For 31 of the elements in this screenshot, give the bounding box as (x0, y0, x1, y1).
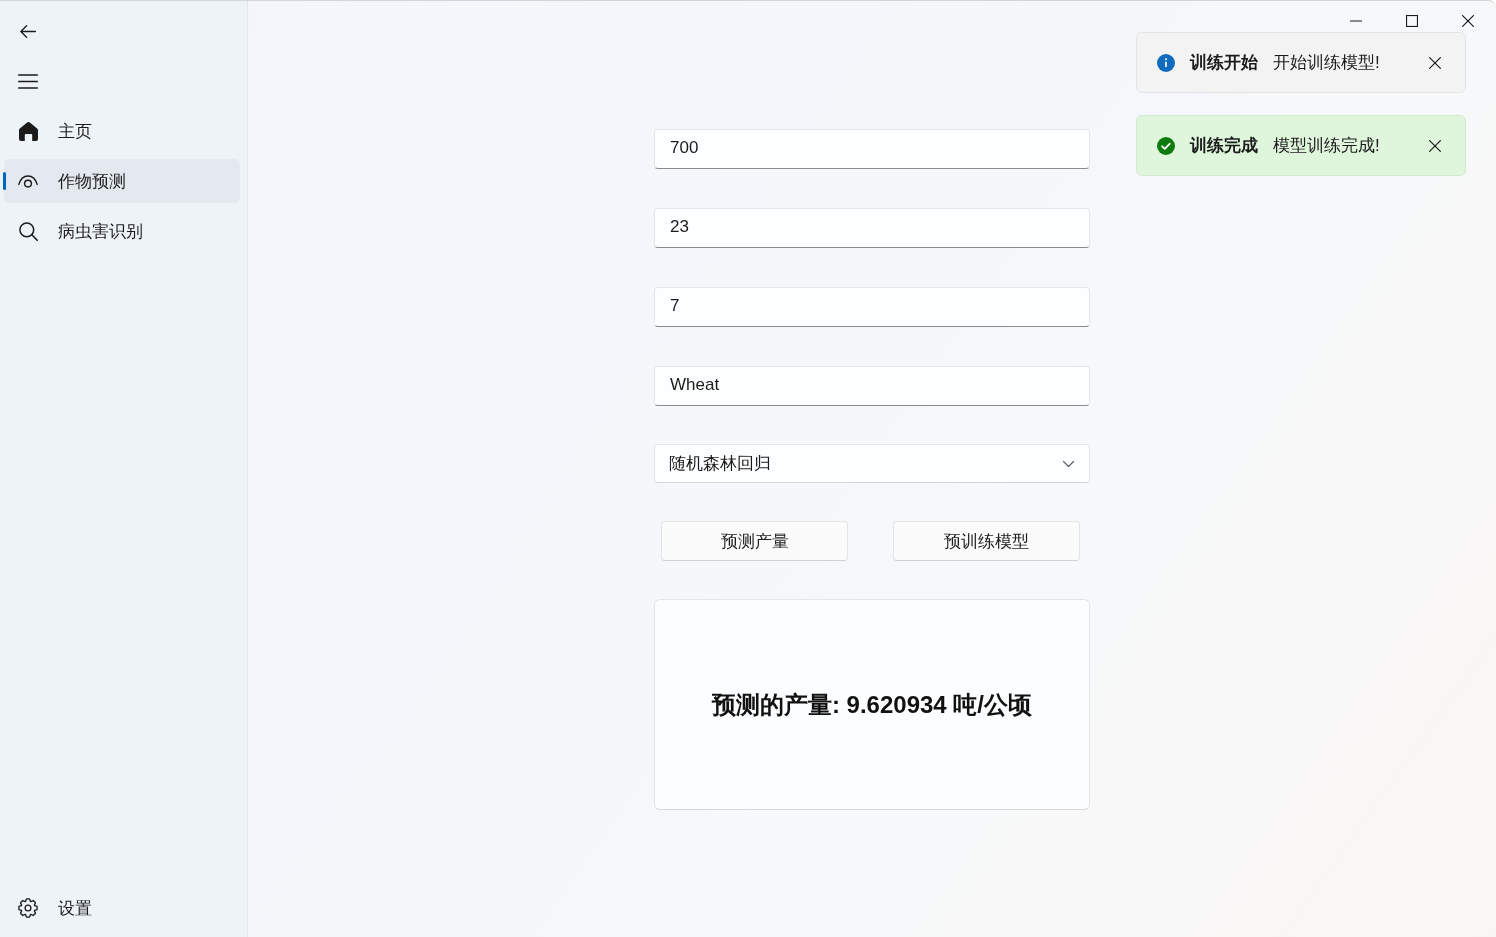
check-circle-icon (1157, 136, 1175, 155)
eye-icon (18, 174, 38, 188)
selection-indicator (3, 172, 6, 190)
pretrain-model-button[interactable]: 预训练模型 (893, 521, 1080, 561)
input-field[interactable]: Wheat (654, 366, 1090, 406)
model-dropdown[interactable]: 随机森林回归 (654, 444, 1090, 483)
maximize-icon (1406, 15, 1418, 27)
menu-icon (18, 73, 38, 89)
predict-yield-button[interactable]: 预测产量 (661, 521, 848, 561)
notification-title: 训练完成 (1190, 135, 1258, 157)
nav-item[interactable]: 主页 (4, 109, 240, 153)
info-icon (1157, 53, 1175, 72)
chevron-down-icon (1063, 460, 1074, 467)
nav-item[interactable]: 病虫害识别 (4, 209, 240, 253)
back-arrow-icon (20, 24, 36, 38)
notification-title: 训练开始 (1190, 52, 1258, 74)
search-icon (18, 221, 38, 241)
input-field[interactable]: 7 (654, 287, 1090, 327)
notification-message: 开始训练模型! (1273, 52, 1380, 74)
settings-icon (18, 898, 38, 918)
input-field[interactable]: 23 (654, 208, 1090, 248)
close-icon (1462, 15, 1474, 27)
close-icon (1429, 56, 1441, 69)
nav-item[interactable]: 作物预测 (4, 159, 240, 203)
nav-item[interactable]: 设置 (4, 886, 240, 930)
close-icon (1429, 139, 1441, 152)
notification-message: 模型训练完成! (1273, 135, 1380, 157)
minimize-icon (1350, 20, 1362, 22)
prediction-result-text: 预测的产量: 9.620934 吨/公顷 (711, 689, 1033, 720)
input-field[interactable]: 700 (654, 129, 1090, 169)
home-icon (18, 121, 38, 141)
